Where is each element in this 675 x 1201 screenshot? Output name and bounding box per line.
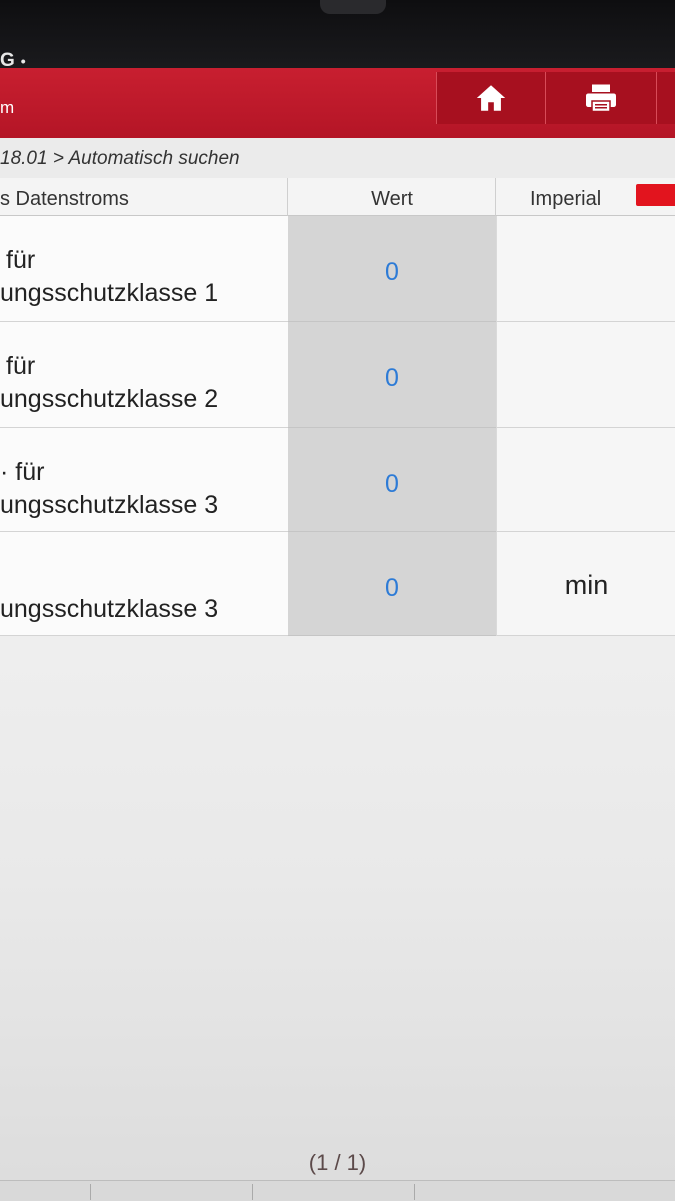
print-button[interactable] (545, 72, 656, 124)
row-name-line1: · für (0, 458, 45, 486)
row-name-line1: für (6, 246, 36, 274)
row-unit-cell (496, 322, 675, 428)
camera-notch (320, 0, 386, 14)
row-value: 0 (385, 364, 399, 392)
bottom-toolbar-button-2[interactable] (252, 1184, 413, 1200)
row-value-cell: 0 (288, 532, 496, 636)
row-unit-cell (496, 428, 675, 532)
row-name-line2: ungsschutzklasse 3 (0, 595, 219, 623)
row-unit-cell: min (496, 532, 675, 636)
row-name-line2: ungsschutzklasse 2 (0, 385, 219, 413)
more-toolbar-button[interactable] (656, 72, 675, 124)
row-unit: min (564, 570, 609, 600)
table-row[interactable]: · für ungsschutzklasse 3 0 (0, 428, 675, 532)
bottom-toolbar-button-1[interactable] (90, 1184, 251, 1200)
row-value-cell: 0 (288, 428, 496, 532)
row-value: 0 (385, 258, 399, 286)
page-title: m (0, 98, 15, 117)
column-header-value: Wert (288, 178, 496, 216)
breadcrumb-text: 18.01 > Automatisch suchen (0, 148, 240, 169)
pagination-indicator: (1 / 1) (308, 1150, 367, 1175)
column-header-name: s Datenstroms (0, 178, 288, 216)
row-name-cell: ungsschutzklasse 3 (0, 532, 288, 636)
printer-icon (586, 84, 616, 113)
column-header-unit-label: Imperial (530, 188, 602, 210)
table-row[interactable]: für ungsschutzklasse 2 0 (0, 322, 675, 428)
row-name-cell: für ungsschutzklasse 1 (0, 216, 288, 322)
bottom-toolbar-button-3[interactable] (414, 1184, 575, 1200)
row-value: 0 (385, 470, 399, 498)
row-value-cell: 0 (288, 322, 496, 428)
row-value: 0 (385, 574, 399, 602)
row-name-line2: ungsschutzklasse 3 (0, 491, 219, 519)
table-row[interactable]: für ungsschutzklasse 1 0 (0, 216, 675, 322)
row-name-line1: für (6, 352, 36, 380)
home-button[interactable] (436, 72, 545, 124)
status-dot: • (20, 52, 28, 69)
column-header-name-label: s Datenstroms (0, 188, 129, 210)
row-unit-cell (496, 216, 675, 322)
unit-toggle-button[interactable] (636, 184, 675, 206)
row-name-cell: für ungsschutzklasse 2 (0, 322, 288, 428)
column-header-value-label: Wert (371, 188, 413, 210)
status-bar: G • (0, 0, 675, 72)
row-name-line2: ungsschutzklasse 1 (0, 279, 219, 307)
row-name-cell: · für ungsschutzklasse 3 (0, 428, 288, 532)
home-icon (476, 85, 506, 111)
table-row[interactable]: ungsschutzklasse 3 0 min (0, 532, 675, 636)
row-value-cell: 0 (288, 216, 496, 322)
breadcrumb: 18.01 > Automatisch suchen (0, 138, 675, 179)
main-screen: 18.01 > Automatisch suchen s Datenstroms… (0, 138, 675, 1201)
